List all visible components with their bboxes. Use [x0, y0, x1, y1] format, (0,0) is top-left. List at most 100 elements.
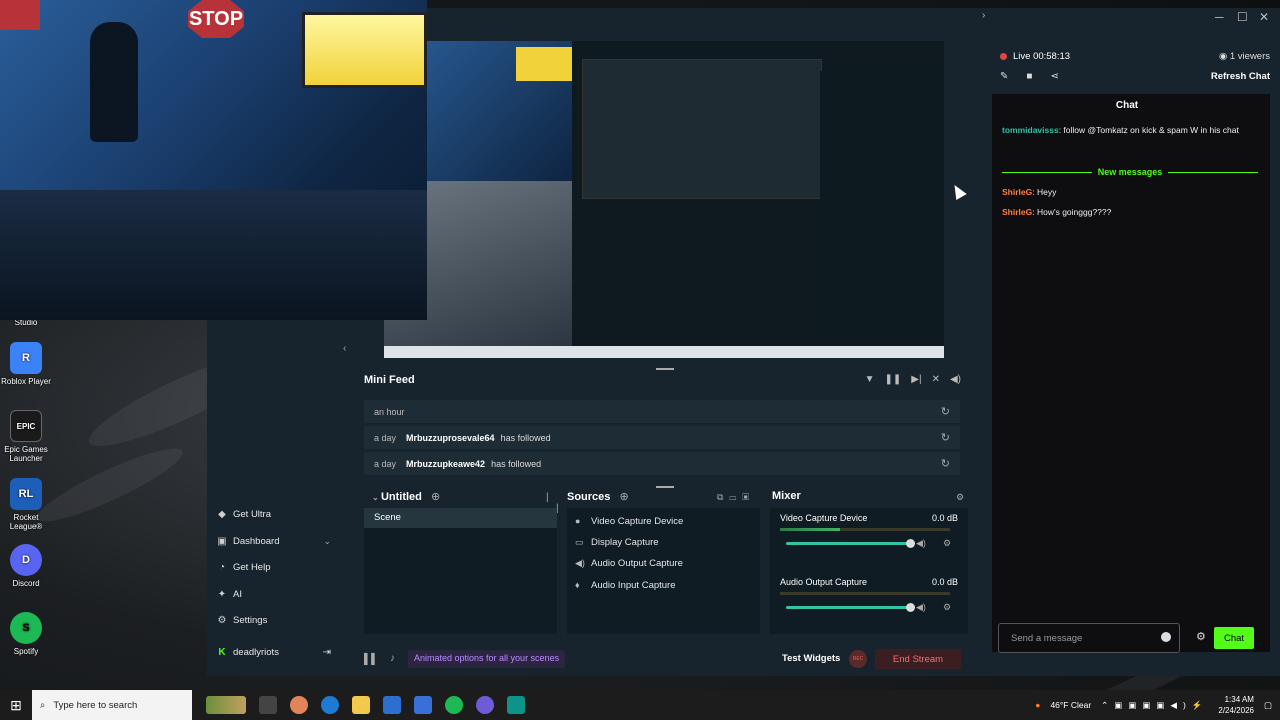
skip-icon[interactable]: ▶|: [911, 374, 921, 385]
taskbar-search[interactable]: ⌕ Type here to search: [32, 690, 192, 720]
weather-icon: ●: [1035, 700, 1041, 710]
outlook-icon[interactable]: [414, 696, 432, 714]
mute-alerts-icon[interactable]: ✕: [932, 374, 940, 385]
refresh-chat-button[interactable]: Refresh Chat: [1211, 71, 1270, 82]
feed-time: a day: [374, 458, 397, 469]
preview-display-capture: [572, 41, 944, 346]
repeat-icon[interactable]: ↻: [941, 405, 950, 418]
source-tools-icon[interactable]: ⧉▭▣: [717, 492, 755, 503]
share-icon[interactable]: ⋖: [1050, 71, 1058, 82]
scene-item[interactable]: Scene: [364, 508, 557, 528]
discord-taskbar-icon[interactable]: [476, 696, 494, 714]
feed-action: has followed: [491, 458, 542, 469]
taskbar: ⊞ ⌕ Type here to search ● 46°F Clear ⌃▣▣…: [0, 690, 1280, 720]
promo-badge[interactable]: Animated options for all your scenes: [408, 650, 566, 668]
close-button[interactable]: ✕: [1259, 10, 1269, 24]
desktop-icon-roblox[interactable]: R Roblox Player: [0, 342, 52, 386]
chat-settings-icon[interactable]: ⚙: [1196, 630, 1206, 643]
spotify-taskbar-icon[interactable]: [445, 696, 463, 714]
source-item[interactable]: ● Video Capture Device: [575, 512, 683, 530]
volume-slider-thumb[interactable]: [906, 603, 915, 612]
chat-text: : follow @Tomkatz on kick & spam W in hi…: [1058, 125, 1239, 135]
volume-slider[interactable]: [786, 606, 910, 609]
ultra-icon: ◆: [218, 508, 226, 520]
windows-start-icon[interactable]: ⊞: [0, 697, 32, 714]
weather-text[interactable]: 46°F Clear: [1050, 700, 1091, 710]
bottom-bar: ▌▌ ♪ Animated options for all your scene…: [364, 648, 974, 672]
scene-collection-title[interactable]: ⌄ Untitled ⊕: [372, 490, 440, 503]
streamlabs-taskbar-icon[interactable]: [507, 696, 525, 714]
ai-icon: ✦: [217, 588, 227, 600]
stats-icon[interactable]: ▌▌: [364, 654, 378, 665]
desktop-icon-label: Roblox Player: [1, 377, 51, 386]
mixer-title: Mixer: [772, 490, 801, 502]
sidebar-item-account[interactable]: K deadlyriots ⇥: [217, 642, 331, 662]
emoji-icon[interactable]: [1161, 632, 1171, 642]
sidebar-item-ai[interactable]: ✦ AI: [217, 584, 331, 604]
epic-games-icon: EPIC: [10, 410, 42, 442]
logout-icon[interactable]: ⇥: [323, 647, 331, 658]
task-view-icon[interactable]: [259, 696, 277, 714]
volume-slider[interactable]: [786, 542, 910, 545]
audio-meter: [780, 528, 950, 531]
desktop-icon-epic[interactable]: EPIC Epic Games Launcher: [0, 410, 52, 463]
chat-username[interactable]: ShirleG: [1002, 187, 1032, 197]
maximize-button[interactable]: ☐: [1237, 10, 1248, 24]
volume-icon[interactable]: ◀): [950, 374, 961, 385]
chat-input[interactable]: Send a message: [998, 623, 1180, 653]
copilot-icon[interactable]: [290, 696, 308, 714]
desktop-icon-rocket-league[interactable]: RL Rocket League®: [0, 478, 52, 531]
sidebar-item-label: Dashboard: [233, 535, 280, 547]
source-item[interactable]: ◀) Audio Output Capture: [575, 554, 683, 572]
sidebar-item-get-help[interactable]: ◔ Get Help: [217, 557, 331, 577]
sidebar-item-label: Settings: [233, 614, 268, 626]
sources-panel: Sources ⊕ ⧉▭▣ ● Video Capture Device ▭ D…: [567, 484, 760, 644]
volume-slider-thumb[interactable]: [906, 539, 915, 548]
news-widget-icon[interactable]: [206, 696, 246, 714]
sidebar-item-get-ultra[interactable]: ◆ Get Ultra: [217, 504, 331, 524]
file-explorer-icon[interactable]: [352, 696, 370, 714]
repeat-icon[interactable]: ↻: [941, 431, 950, 444]
end-stream-button[interactable]: End Stream: [875, 649, 961, 669]
chat-send-button[interactable]: Chat: [1214, 627, 1254, 649]
video-icon[interactable]: ■: [1026, 71, 1032, 82]
resize-handle[interactable]: [656, 368, 674, 370]
notification-icon[interactable]: ▢: [1264, 700, 1272, 711]
chat-toolbar: ✎ ■ ⋖: [1000, 71, 1059, 82]
desktop-icon-spotify[interactable]: S Spotify: [0, 612, 52, 656]
repeat-icon[interactable]: ↻: [941, 457, 950, 470]
store-icon[interactable]: [383, 696, 401, 714]
chat-panel: Live 00:58:13 ◉ 1 viewers ✎ ■ ⋖ Refresh …: [992, 41, 1280, 676]
mute-icon[interactable]: ◀): [916, 602, 926, 613]
source-item[interactable]: ▭ Display Capture: [575, 533, 659, 551]
source-item[interactable]: ♦ Audio Input Capture: [575, 576, 676, 594]
resize-handle[interactable]: [656, 486, 674, 488]
chat-username[interactable]: ShirleG: [1002, 207, 1032, 217]
channel-settings-icon[interactable]: ⚙: [943, 538, 951, 549]
add-scene-icon[interactable]: ⊕: [431, 491, 440, 503]
sidebar-item-dashboard[interactable]: ▣ Dashboard ⌄: [217, 531, 331, 551]
mixer-channel-db: 0.0 dB: [931, 577, 958, 587]
new-messages-divider: New messages: [1002, 166, 1259, 178]
chat-username[interactable]: tommidavisss: [1002, 125, 1059, 135]
minimize-button[interactable]: ─: [1215, 10, 1224, 24]
mute-icon[interactable]: ◀): [916, 538, 926, 549]
sidebar-item-settings[interactable]: ⚙ Settings: [217, 610, 331, 630]
test-widgets-button[interactable]: Test Widgets: [782, 653, 840, 664]
mini-feed-toolbar: ▼ ❚❚ ▶| ✕ ◀): [865, 374, 961, 385]
collapse-sidebar-icon[interactable]: ‹: [343, 343, 346, 354]
desktop-icon-discord[interactable]: D Discord: [0, 544, 52, 588]
filter-icon[interactable]: ▼: [865, 374, 875, 385]
record-button[interactable]: REC: [849, 650, 867, 668]
tray-icons[interactable]: ⌃▣▣▣▣◀)⚡: [1101, 700, 1208, 711]
collapse-chat-icon[interactable]: ›: [982, 10, 985, 21]
clock[interactable]: 1:34 AM 2/24/2026: [1218, 694, 1254, 716]
notification-bell-icon[interactable]: ♪: [390, 653, 395, 664]
add-source-icon[interactable]: ⊕: [619, 491, 628, 503]
edge-icon[interactable]: [321, 696, 339, 714]
mixer-settings-icon[interactable]: ⚙: [956, 492, 964, 503]
pause-icon[interactable]: ❚❚: [885, 374, 902, 385]
edit-icon[interactable]: ✎: [1000, 71, 1008, 82]
speaker-icon: ◀): [575, 557, 585, 568]
channel-settings-icon[interactable]: ⚙: [943, 602, 951, 613]
